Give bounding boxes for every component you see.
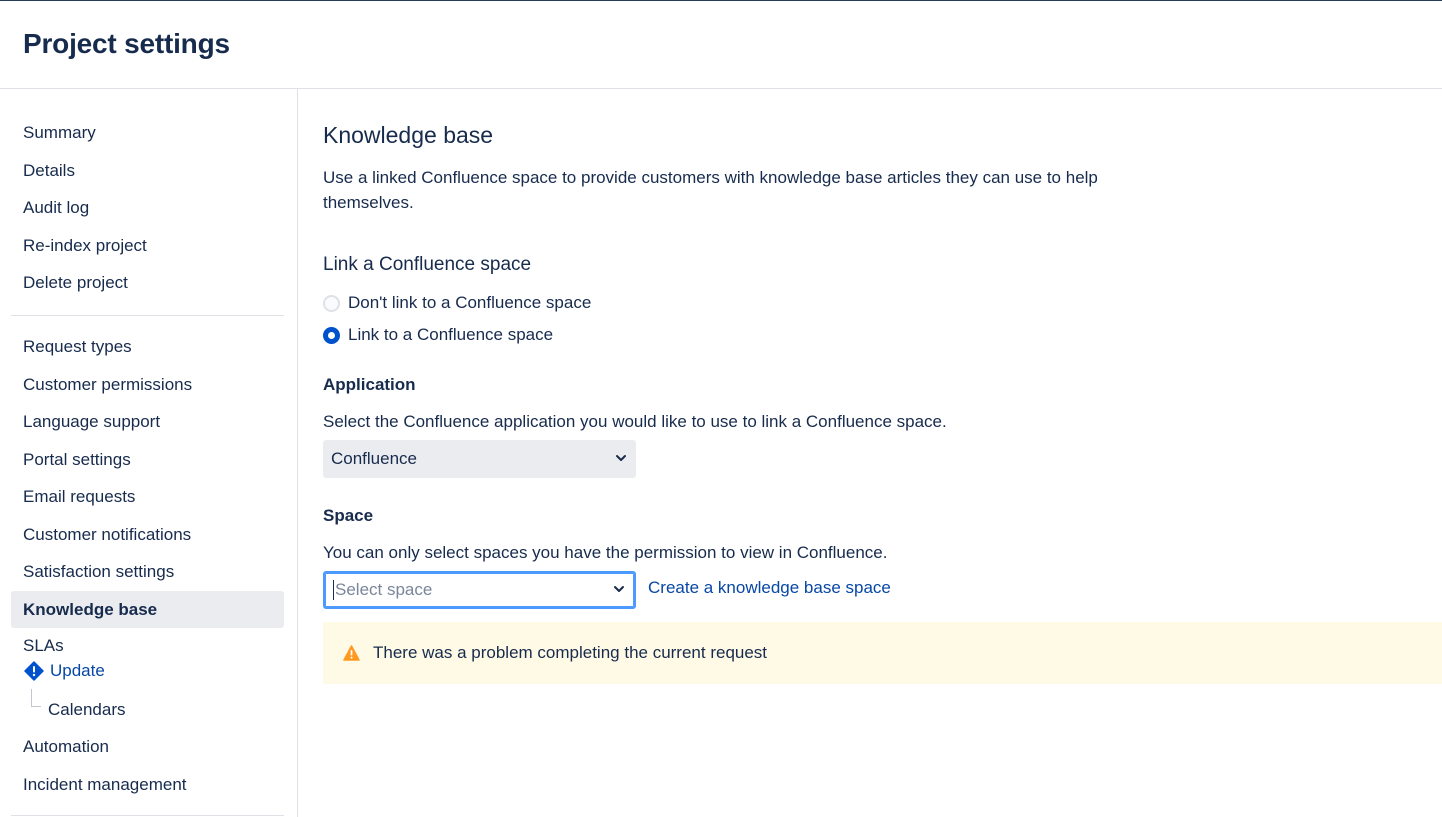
warning-icon: [343, 645, 360, 661]
warning-banner: There was a problem completing the curre…: [323, 622, 1442, 684]
radio-link[interactable]: Link to a Confluence space: [323, 324, 553, 346]
application-select[interactable]: Confluence: [323, 440, 636, 478]
sidebar-item-audit-log[interactable]: Audit log: [11, 189, 284, 226]
chevron-down-icon: [614, 586, 624, 592]
sidebar-item-incident-management[interactable]: Incident management: [11, 766, 284, 803]
page-title: Project settings: [23, 28, 230, 59]
sidebar-item-customer-permissions[interactable]: Customer permissions: [11, 366, 284, 403]
sidebar-item-customer-notifications[interactable]: Customer notifications: [11, 516, 284, 553]
radio-unchecked[interactable]: [323, 294, 340, 312]
link-space-heading: Link a Confluence space: [323, 254, 532, 275]
chevron-down-icon: [616, 455, 626, 461]
warning-text: There was a problem completing the curre…: [373, 643, 768, 662]
space-select[interactable]: Select space: [323, 571, 636, 609]
section-description: Use a linked Confluence space to provide…: [323, 168, 1098, 212]
sla-update-label: Update: [50, 661, 105, 680]
radio-label: Link to a Confluence space: [348, 325, 554, 344]
sidebar-item-slas[interactable]: SLAs: [11, 628, 284, 664]
sidebar-item-details[interactable]: Details: [11, 152, 284, 189]
create-space-link[interactable]: Create a knowledge base space: [648, 578, 891, 598]
radio-checked[interactable]: [323, 326, 340, 344]
sidebar-item-reindex[interactable]: Re-index project: [11, 227, 284, 264]
application-select-value: Confluence: [331, 449, 418, 468]
sidebar-item-portal-settings[interactable]: Portal settings: [11, 441, 284, 478]
main-content: Knowledge base Use a linked Confluence s…: [323, 89, 1442, 817]
sidebar-item-email-requests[interactable]: Email requests: [11, 478, 284, 515]
sidebar-item-satisfaction-settings[interactable]: Satisfaction settings: [11, 553, 284, 590]
sidebar-item-automation[interactable]: Automation: [11, 728, 284, 765]
sidebar-divider: [11, 815, 284, 816]
sidebar-item-knowledge-base[interactable]: Knowledge base: [11, 591, 284, 628]
sidebar-item-request-types[interactable]: Request types: [11, 328, 284, 365]
sidebar-item-calendars[interactable]: Calendars: [36, 691, 284, 728]
sidebar-item-delete-project[interactable]: Delete project: [11, 264, 284, 301]
application-label: Application: [323, 375, 416, 394]
sidebar-item-summary[interactable]: Summary: [11, 114, 284, 151]
sla-update-link[interactable]: Update: [23, 660, 105, 682]
space-help: You can only select spaces you have the …: [323, 543, 888, 562]
radio-label: Don't link to a Confluence space: [348, 293, 592, 312]
sidebar-item-language-support[interactable]: Language support: [11, 403, 284, 440]
space-select-placeholder: Select space: [335, 580, 433, 599]
sidebar: Summary Details Audit log Re-index proje…: [0, 89, 298, 817]
application-help: Select the Confluence application you wo…: [323, 412, 947, 431]
page-header: Project settings: [0, 1, 1442, 89]
section-heading: Knowledge base: [323, 122, 494, 148]
space-label: Space: [323, 506, 374, 525]
sidebar-divider: [11, 315, 284, 316]
alert-diamond-icon: [23, 661, 44, 682]
text-caret: [333, 580, 334, 600]
radio-dont-link[interactable]: Don't link to a Confluence space: [323, 292, 591, 314]
